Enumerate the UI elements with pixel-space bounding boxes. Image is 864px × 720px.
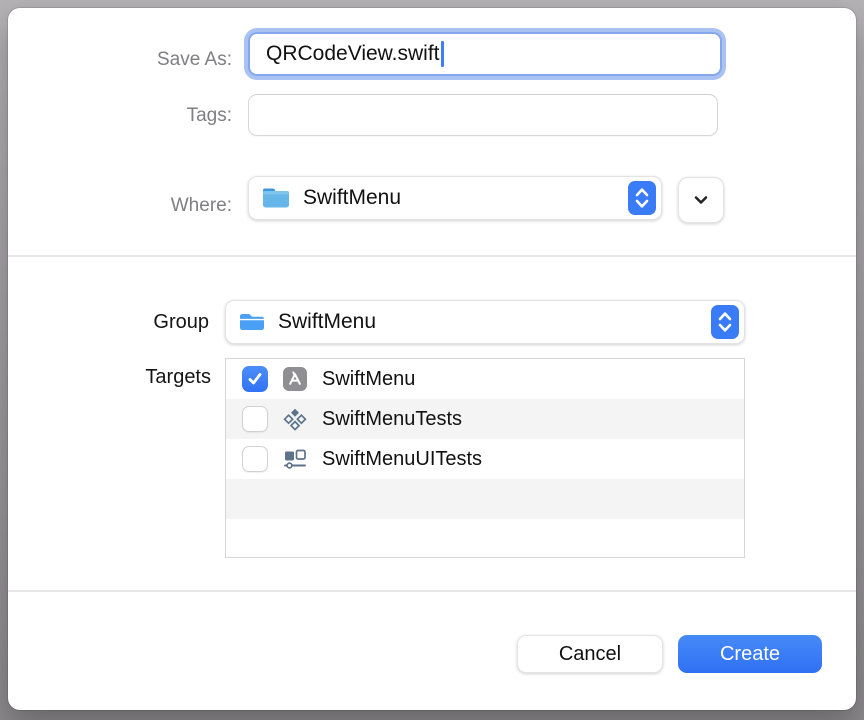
section-divider xyxy=(8,255,856,257)
table-row-empty xyxy=(226,479,744,519)
group-popup-value: SwiftMenu xyxy=(278,310,376,334)
tags-label: Tags: xyxy=(8,105,232,127)
targets-table: SwiftMenu SwiftMenuTests SwiftMenuUITest… xyxy=(225,358,745,558)
text-caret xyxy=(441,41,444,67)
up-down-chevrons-icon xyxy=(711,305,739,339)
table-row[interactable]: SwiftMenuTests xyxy=(226,399,744,439)
where-popup-value: SwiftMenu xyxy=(303,186,401,210)
checkbox-checked[interactable] xyxy=(242,366,268,392)
create-button[interactable]: Create xyxy=(678,635,822,673)
target-name: SwiftMenu xyxy=(322,368,415,391)
save-as-label: Save As: xyxy=(8,49,232,71)
up-down-chevrons-icon xyxy=(628,181,656,215)
chevron-down-icon xyxy=(690,189,712,211)
table-row-empty xyxy=(226,519,744,559)
save-as-input[interactable]: QRCodeView.swift xyxy=(248,32,722,76)
checkmark-icon xyxy=(246,370,264,388)
group-label: Group xyxy=(8,311,209,334)
unit-tests-icon xyxy=(282,406,308,432)
where-popup-button[interactable]: SwiftMenu xyxy=(248,176,662,220)
save-as-value: QRCodeView.swift xyxy=(266,42,440,66)
checkbox-unchecked[interactable] xyxy=(242,446,268,472)
folder-icon xyxy=(261,186,291,210)
save-file-dialog: Save As: QRCodeView.swift Tags: Where: S… xyxy=(8,8,856,710)
ui-tests-icon xyxy=(282,446,308,472)
table-row[interactable]: SwiftMenu xyxy=(226,359,744,399)
app-target-icon xyxy=(282,366,308,392)
checkbox-unchecked[interactable] xyxy=(242,406,268,432)
group-popup-button[interactable]: SwiftMenu xyxy=(225,300,745,344)
cancel-button[interactable]: Cancel xyxy=(517,635,663,673)
targets-label: Targets xyxy=(8,366,211,389)
where-label: Where: xyxy=(8,195,232,217)
tags-input[interactable] xyxy=(248,94,718,136)
folder-icon xyxy=(238,310,266,334)
table-row[interactable]: SwiftMenuUITests xyxy=(226,439,744,479)
expand-dialog-button[interactable] xyxy=(678,177,724,223)
target-name: SwiftMenuTests xyxy=(322,408,462,431)
section-divider xyxy=(8,590,856,592)
target-name: SwiftMenuUITests xyxy=(322,448,482,471)
